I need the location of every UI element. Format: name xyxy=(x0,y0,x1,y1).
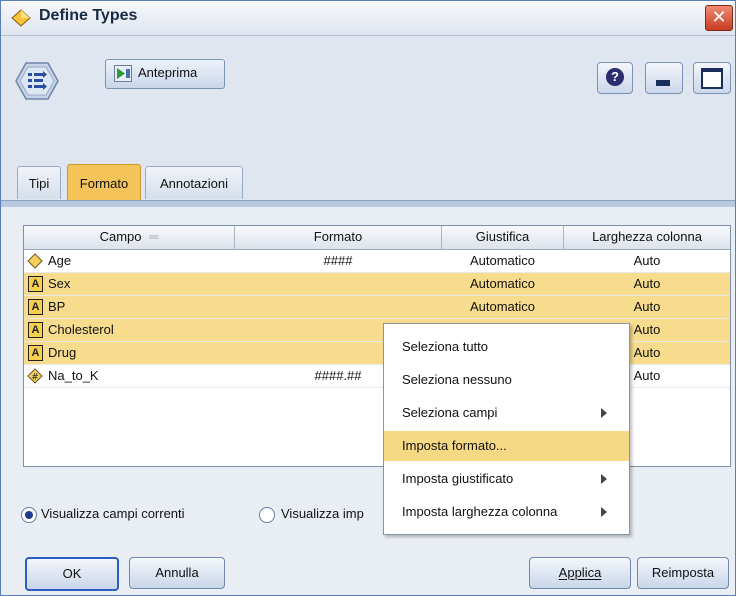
menu-item[interactable]: Imposta larghezza colonna xyxy=(384,497,629,527)
table-row[interactable]: Age #### Automatico Auto xyxy=(24,250,730,273)
cancel-button[interactable]: Annulla xyxy=(129,557,225,589)
apply-button[interactable]: Applica xyxy=(529,557,631,589)
close-window-button[interactable]: ✕ xyxy=(705,5,733,31)
field-name: Cholesterol xyxy=(48,322,114,337)
maximize-icon xyxy=(701,68,723,89)
field-name: Drug xyxy=(48,345,77,360)
numeric-hash-icon: # xyxy=(27,368,43,384)
preview-button[interactable]: Anteprima xyxy=(105,59,225,89)
field-cell[interactable]: A Drug xyxy=(24,342,234,364)
field-cell[interactable]: # Na_to_K xyxy=(24,365,234,387)
width-cell[interactable]: Auto xyxy=(564,296,730,318)
menu-item[interactable]: Imposta formato... xyxy=(384,431,629,461)
sort-icon: ═ xyxy=(149,229,159,244)
field-name: Na_to_K xyxy=(48,368,99,383)
text-a-icon: A xyxy=(28,276,43,292)
column-header-formato[interactable]: Formato xyxy=(235,226,442,250)
justify-cell[interactable]: Automatico xyxy=(442,250,563,272)
text-a-icon: A xyxy=(28,299,43,315)
format-cell[interactable]: #### xyxy=(235,250,441,272)
tab-divider xyxy=(1,200,735,207)
header-label: Formato xyxy=(313,229,363,244)
header-label: Giustifica xyxy=(475,229,530,244)
field-cell[interactable]: A BP xyxy=(24,296,234,318)
menu-item-label: Imposta formato... xyxy=(402,438,507,453)
menu-item[interactable]: Seleziona nessuno xyxy=(384,365,629,395)
submenu-arrow-icon xyxy=(601,474,607,484)
menu-item[interactable]: Imposta giustificato xyxy=(384,464,629,494)
reset-button[interactable]: Reimposta xyxy=(637,557,729,589)
play-preview-icon xyxy=(114,65,132,82)
menu-item[interactable]: Seleziona tutto xyxy=(384,332,629,362)
format-cell[interactable] xyxy=(235,273,441,295)
header-label: Campo xyxy=(99,229,142,244)
field-cell[interactable]: Age xyxy=(24,250,234,272)
menu-item-label: Seleziona tutto xyxy=(402,339,489,354)
view-current-fields-label: Visualizza campi correnti xyxy=(41,506,185,521)
svg-text:#: # xyxy=(31,373,39,383)
close-icon: ✕ xyxy=(711,7,727,28)
table-row[interactable]: A BP Automatico Auto xyxy=(24,296,730,319)
menu-item-label: Seleziona campi xyxy=(402,405,498,420)
type-node-icon xyxy=(15,62,59,100)
tab-tipi[interactable]: Tipi xyxy=(17,166,61,199)
field-name: BP xyxy=(48,299,66,314)
width-cell[interactable]: Auto xyxy=(564,273,730,295)
context-menu: Seleziona tutto Seleziona nessuno Selezion… xyxy=(383,323,630,535)
submenu-arrow-icon xyxy=(601,408,607,418)
tab-label: Annotazioni xyxy=(160,176,228,191)
menu-item-label: Imposta giustificato xyxy=(402,471,514,486)
field-name: Sex xyxy=(48,276,71,291)
tab-annotazioni[interactable]: Annotazioni xyxy=(145,166,243,199)
tab-label: Formato xyxy=(79,176,129,191)
continuous-diamond-icon xyxy=(27,253,43,269)
radio-selected-icon[interactable] xyxy=(21,507,37,523)
maximize-button[interactable] xyxy=(693,62,731,94)
define-types-window: Define Types ✕ Anteprima ? Tipi Formato … xyxy=(0,0,736,596)
help-icon: ? xyxy=(606,68,624,86)
ok-button[interactable]: OK xyxy=(25,557,119,591)
window-title: Define Types xyxy=(39,7,138,24)
column-header-larghezza[interactable]: Larghezza colonna xyxy=(564,226,730,250)
justify-cell[interactable]: Automatico xyxy=(442,273,563,295)
column-header-campo[interactable]: Campo ═ xyxy=(24,226,235,250)
help-button[interactable]: ? xyxy=(597,62,633,94)
minimize-button[interactable] xyxy=(645,62,683,94)
tab-formato[interactable]: Formato xyxy=(67,164,141,200)
view-other-label: Visualizza imp xyxy=(281,506,364,521)
field-cell[interactable]: A Sex xyxy=(24,273,234,295)
column-header-giustifica[interactable]: Giustifica xyxy=(442,226,564,250)
apply-label: Applica xyxy=(558,565,602,580)
justify-cell[interactable]: Automatico xyxy=(442,296,563,318)
width-cell[interactable]: Auto xyxy=(564,250,730,272)
tab-label: Tipi xyxy=(28,176,50,191)
radio-unselected-icon[interactable] xyxy=(259,507,275,523)
table-row[interactable]: A Sex Automatico Auto xyxy=(24,273,730,296)
text-a-icon: A xyxy=(28,322,43,338)
minimize-icon xyxy=(656,80,670,86)
menu-item[interactable]: Seleziona campi xyxy=(384,398,629,428)
reset-label: Reimposta xyxy=(651,565,715,580)
header-label: Larghezza colonna xyxy=(592,229,702,244)
field-cell[interactable]: A Cholesterol xyxy=(24,319,234,341)
title-bar[interactable]: Define Types ✕ xyxy=(1,1,735,36)
submenu-arrow-icon xyxy=(601,507,607,517)
menu-item-label: Seleziona nessuno xyxy=(402,372,512,387)
preview-label: Anteprima xyxy=(138,65,198,80)
diamond-app-icon xyxy=(11,9,31,27)
menu-item-label: Imposta larghezza colonna xyxy=(402,504,558,519)
text-a-icon: A xyxy=(28,345,43,361)
format-cell[interactable] xyxy=(235,296,441,318)
field-name: Age xyxy=(48,253,72,268)
